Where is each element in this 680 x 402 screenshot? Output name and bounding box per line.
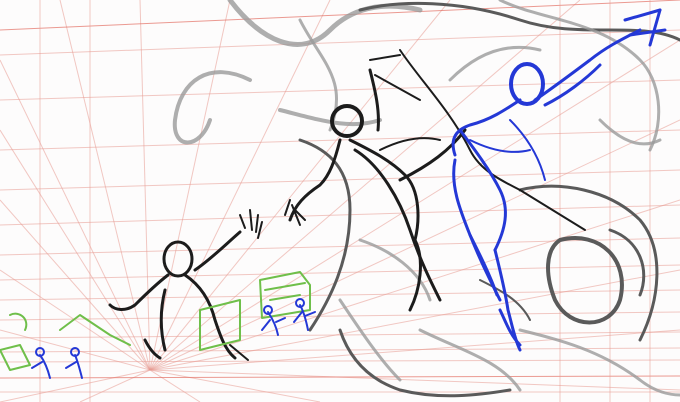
blue-figure-sketch [451, 8, 667, 352]
gray-creature-sketch [172, 0, 680, 398]
perspective-grid [0, 0, 680, 402]
small-figures-sketch [31, 298, 316, 379]
sketch-artwork [0, 0, 680, 402]
sketch-canvas [0, 0, 680, 402]
